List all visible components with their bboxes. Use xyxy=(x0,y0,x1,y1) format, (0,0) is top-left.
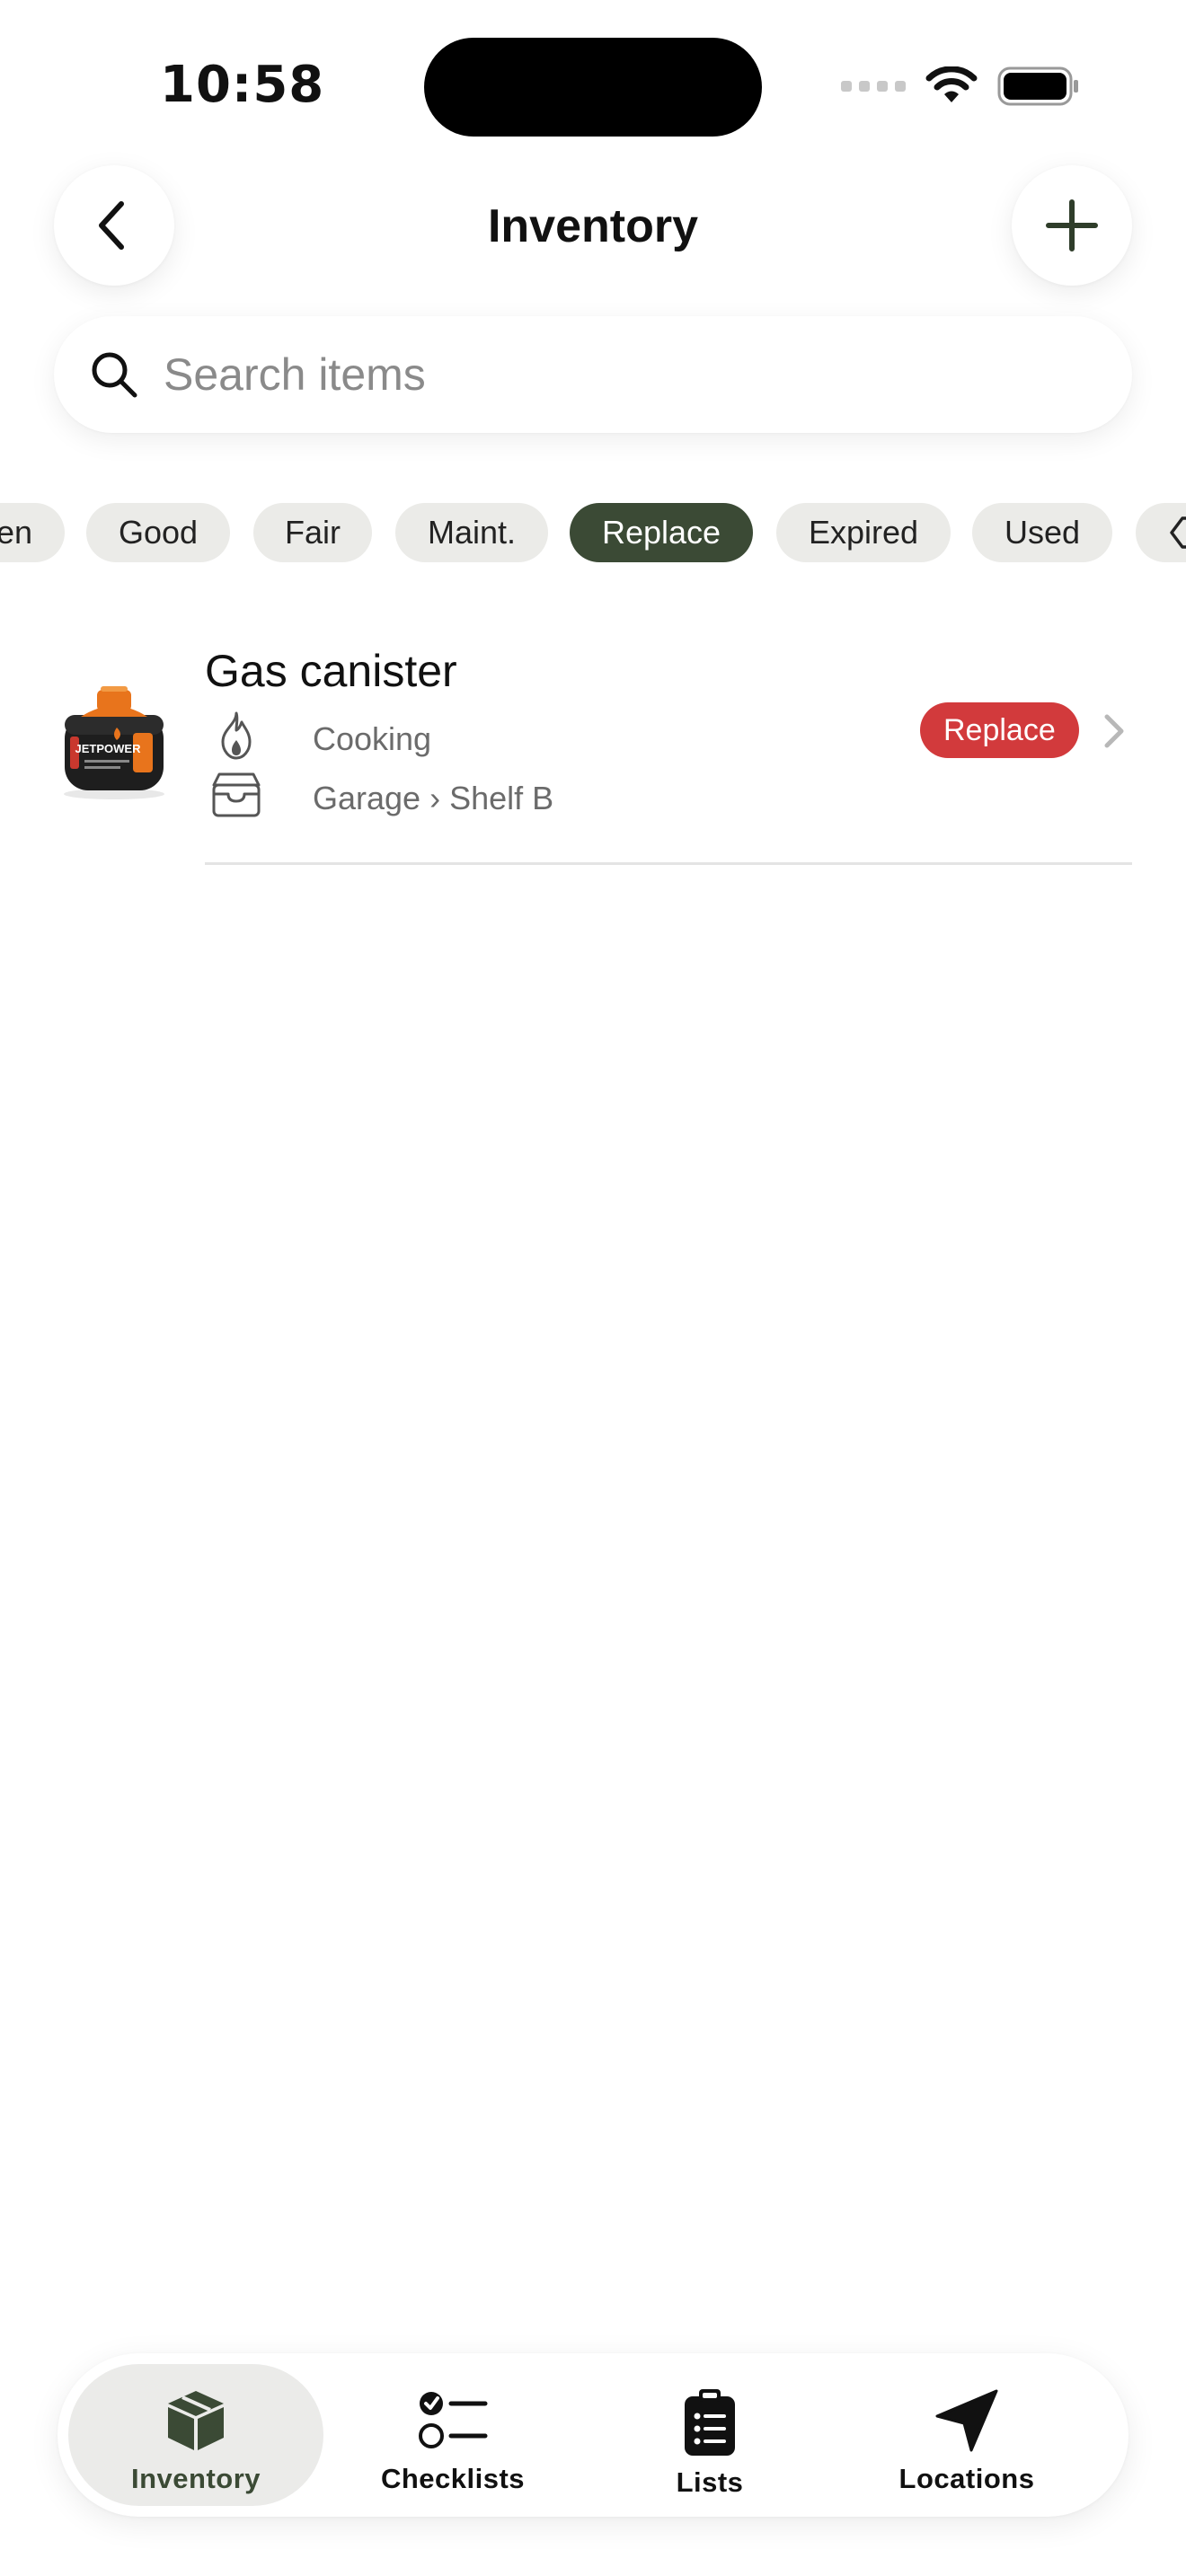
tab-checklists[interactable]: Checklists xyxy=(325,2364,580,2506)
box-icon xyxy=(168,2391,224,2450)
filter-chip-maint[interactable]: Maint. xyxy=(395,503,548,562)
battery-icon xyxy=(997,66,1078,106)
filter-chip-good[interactable]: Good xyxy=(86,503,230,562)
chevron-right-icon xyxy=(1104,714,1124,748)
item-location: Garage › Shelf B xyxy=(313,780,554,816)
dynamic-island xyxy=(424,38,762,137)
tab-label: Inventory xyxy=(130,2463,261,2494)
tab-locations[interactable]: Locations xyxy=(839,2364,1094,2506)
item-name: Gas canister xyxy=(205,646,457,696)
filter-chip-used[interactable]: Used xyxy=(972,503,1112,562)
tab-label: Lists xyxy=(676,2466,744,2498)
plus-icon xyxy=(1046,199,1098,251)
filter-chip-fair[interactable]: Fair xyxy=(253,503,372,562)
page-title: Inventory xyxy=(487,200,699,252)
add-item-button[interactable] xyxy=(1012,165,1132,286)
tab-inventory[interactable]: Inventory xyxy=(68,2364,323,2506)
item-thumbnail: JETPOWER xyxy=(64,686,164,799)
tag-icon xyxy=(1170,516,1186,549)
tab-bar: Inventory Checklists Lists Locations xyxy=(58,2353,1128,2517)
clipboard-icon xyxy=(685,2389,735,2456)
row-divider xyxy=(205,862,1132,865)
tab-label: Locations xyxy=(898,2463,1035,2494)
search-icon xyxy=(92,352,137,398)
thumbnail-brand-text: JETPOWER xyxy=(75,742,142,755)
filter-chip-tag-partial[interactable] xyxy=(1136,503,1186,562)
flame-icon xyxy=(221,711,252,760)
location-arrow-icon xyxy=(935,2389,998,2452)
filter-chips: en Good Fair Maint. Replace Expired Used xyxy=(0,503,1186,562)
status-time: 10:58 xyxy=(160,56,325,114)
tab-label: Checklists xyxy=(380,2463,526,2494)
search-input[interactable] xyxy=(164,348,972,401)
storage-tray-icon xyxy=(212,772,261,817)
item-category: Cooking xyxy=(313,720,432,757)
cellular-signal-icon xyxy=(841,81,906,92)
search-bar[interactable] xyxy=(54,316,1132,433)
filter-chip-partial[interactable]: en xyxy=(0,503,65,562)
checklist-icon xyxy=(419,2392,488,2448)
list-item[interactable]: JETPOWER Gas canister Cooking Garage › S… xyxy=(0,629,1186,866)
status-icons xyxy=(841,66,1080,106)
wifi-icon xyxy=(925,66,978,102)
tab-lists[interactable]: Lists xyxy=(582,2364,837,2506)
status-badge: Replace xyxy=(920,702,1079,758)
filter-chip-expired[interactable]: Expired xyxy=(776,503,951,562)
filter-chip-replace[interactable]: Replace xyxy=(570,503,753,562)
